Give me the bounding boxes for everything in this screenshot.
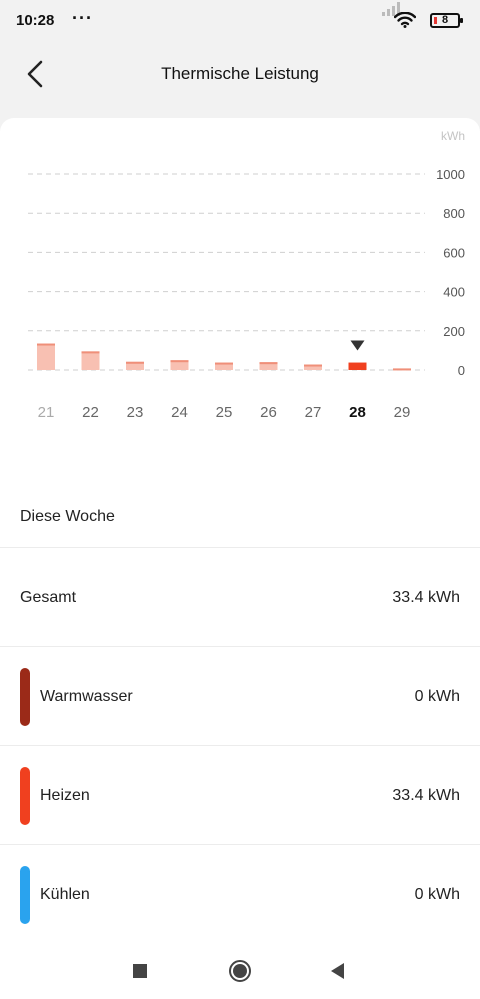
total-value: 33.4 kWh	[392, 589, 460, 606]
x-tick-label[interactable]: 24	[171, 404, 188, 421]
wifi-icon	[394, 12, 416, 28]
x-tick-label[interactable]: 22	[82, 404, 99, 421]
bar-cap-21	[37, 343, 55, 346]
status-time: 10:28	[16, 12, 55, 29]
kuehlen-label: Kühlen	[40, 886, 90, 903]
warmwasser-value: 0 kWh	[414, 688, 460, 705]
battery-level: 8	[441, 14, 449, 26]
x-tick-label[interactable]: 29	[394, 404, 411, 421]
recent-apps-button[interactable]	[125, 956, 155, 986]
back-triangle-icon	[331, 963, 344, 979]
total-row: Gesamt 33.4 kWh	[0, 547, 480, 646]
bar-cap-25	[215, 362, 233, 365]
y-tick-label: 800	[443, 206, 465, 221]
header: Thermische Leistung	[0, 40, 480, 118]
bar-cap-29	[393, 368, 411, 371]
back-nav-button[interactable]	[323, 956, 353, 986]
page-title: Thermische Leistung	[161, 64, 319, 83]
x-tick-label[interactable]: 26	[260, 404, 277, 421]
y-tick-label: 1000	[436, 167, 465, 182]
summary-panel: Diese Woche Gesamt 33.4 kWh Warmwasser 0…	[0, 482, 480, 942]
bar-cap-23	[126, 361, 144, 364]
heizen-label: Heizen	[40, 787, 90, 804]
kuehlen-value: 0 kWh	[414, 886, 460, 903]
home-icon	[229, 960, 251, 982]
bar-cap-26	[259, 362, 278, 365]
total-label: Gesamt	[20, 589, 77, 606]
bar-cap-27	[304, 364, 322, 367]
y-tick-label: 400	[443, 285, 465, 300]
kuehlen-row: Kühlen 0 kWh	[0, 844, 480, 943]
y-tick-label: 0	[458, 363, 465, 378]
y-tick-label: 200	[443, 324, 465, 339]
warmwasser-label: Warmwasser	[40, 688, 133, 705]
bar-cap-24	[170, 360, 189, 363]
chart-unit-label: kWh	[441, 129, 465, 143]
heizen-color-bar	[20, 767, 30, 825]
kuehlen-color-bar	[20, 866, 30, 924]
bar-21[interactable]	[37, 343, 55, 370]
x-tick-label[interactable]: 23	[127, 404, 144, 421]
x-tick-label[interactable]: 21	[38, 404, 55, 421]
heizen-value: 33.4 kWh	[392, 787, 460, 804]
x-tick-label[interactable]: 25	[216, 404, 233, 421]
warmwasser-row: Warmwasser 0 kWh	[0, 646, 480, 745]
warmwasser-color-bar	[20, 668, 30, 726]
heizen-row: Heizen 33.4 kWh	[0, 745, 480, 844]
navigation-bar	[0, 942, 480, 999]
y-tick-label: 600	[443, 245, 465, 260]
bar-cap-22	[81, 351, 100, 354]
selected-marker-icon	[350, 340, 365, 351]
notification-dots: ···	[72, 8, 93, 28]
battery-icon: 8	[430, 13, 463, 28]
section-title: Diese Woche	[20, 508, 115, 525]
x-tick-label[interactable]: 27	[305, 404, 322, 421]
thermal-power-chart: kWh 1000 800 600 400 200 0 21 22 23 24 25 26 27 28 29	[28, 129, 465, 421]
home-button[interactable]	[225, 956, 255, 986]
x-tick-label[interactable]: 28	[349, 404, 366, 421]
bar-22[interactable]	[81, 351, 100, 370]
bar-28[interactable]	[348, 362, 367, 370]
recent-apps-icon	[133, 964, 147, 978]
status-bar: 10:28 ··· 8	[0, 0, 480, 40]
chart-card: kWh 1000 800 600 400 200 0 21 22 23 24 25 26 27 28 29	[0, 118, 480, 482]
